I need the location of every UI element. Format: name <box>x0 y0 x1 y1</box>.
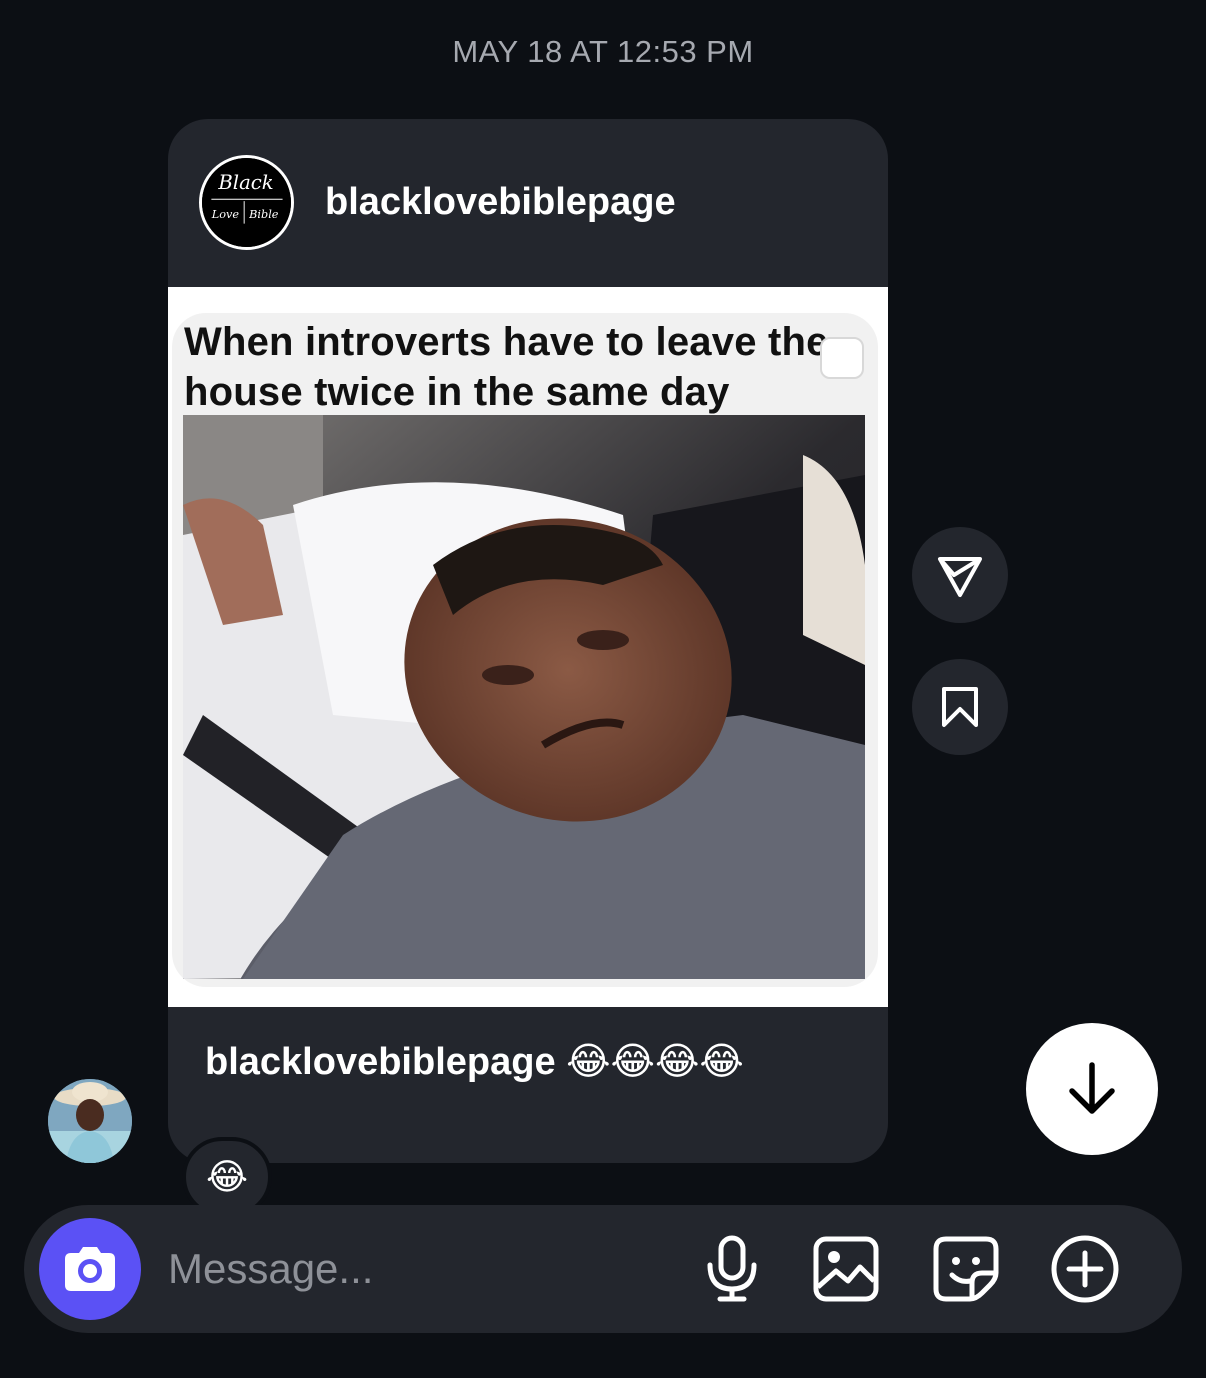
svg-text:Love: Love <box>211 208 240 221</box>
dm-thread-screen: MAY 18 AT 12:53 PM Black Love Bible blac… <box>0 0 1206 1378</box>
svg-text:Bible: Bible <box>248 208 279 221</box>
paper-plane-icon <box>938 557 982 597</box>
message-composer <box>24 1205 1182 1333</box>
scroll-to-bottom-button[interactable] <box>1026 1023 1158 1155</box>
plus-circle-icon <box>1051 1235 1119 1303</box>
more-options-button[interactable] <box>1049 1233 1121 1305</box>
save-button[interactable] <box>912 659 1008 755</box>
post-caption: blacklovebiblepage 😂😂😂😂 <box>205 1039 744 1084</box>
svg-text:Black: Black <box>217 171 273 194</box>
shared-post-card[interactable]: Black Love Bible blacklovebiblepage When… <box>168 119 888 1163</box>
caption-username: blacklovebiblepage <box>205 1041 556 1083</box>
post-author-username[interactable]: blacklovebiblepage <box>325 181 676 224</box>
bookmark-icon <box>942 687 978 727</box>
reaction-emoji: 😂 <box>205 1156 249 1197</box>
meme-watermark-badge <box>820 337 864 379</box>
caption-emojis: 😂😂😂😂 <box>566 1041 744 1083</box>
post-header[interactable]: Black Love Bible blacklovebiblepage <box>168 119 888 287</box>
post-media[interactable]: When introverts have to leave the house … <box>168 287 888 1007</box>
image-icon <box>813 1236 879 1302</box>
meme-photo <box>183 415 865 979</box>
meme-image: When introverts have to leave the house … <box>172 313 878 987</box>
black-love-bible-logo: Black Love Bible <box>202 158 291 247</box>
meme-caption-text: When introverts have to leave the house … <box>184 320 829 414</box>
microphone-icon <box>707 1235 757 1302</box>
gallery-button[interactable] <box>810 1233 882 1305</box>
message-timestamp: MAY 18 AT 12:53 PM <box>452 34 754 69</box>
arrow-down-icon <box>1069 1062 1115 1114</box>
post-footer: blacklovebiblepage 😂😂😂😂 <box>168 1007 888 1163</box>
sticker-button[interactable] <box>930 1233 1002 1305</box>
voice-message-button[interactable] <box>696 1233 768 1305</box>
message-input[interactable] <box>168 1241 688 1297</box>
share-button[interactable] <box>912 527 1008 623</box>
camera-icon <box>65 1247 115 1291</box>
sender-avatar[interactable] <box>48 1079 132 1163</box>
post-author-avatar[interactable]: Black Love Bible <box>199 155 294 250</box>
camera-button[interactable] <box>39 1218 141 1320</box>
sticker-icon <box>933 1236 999 1302</box>
